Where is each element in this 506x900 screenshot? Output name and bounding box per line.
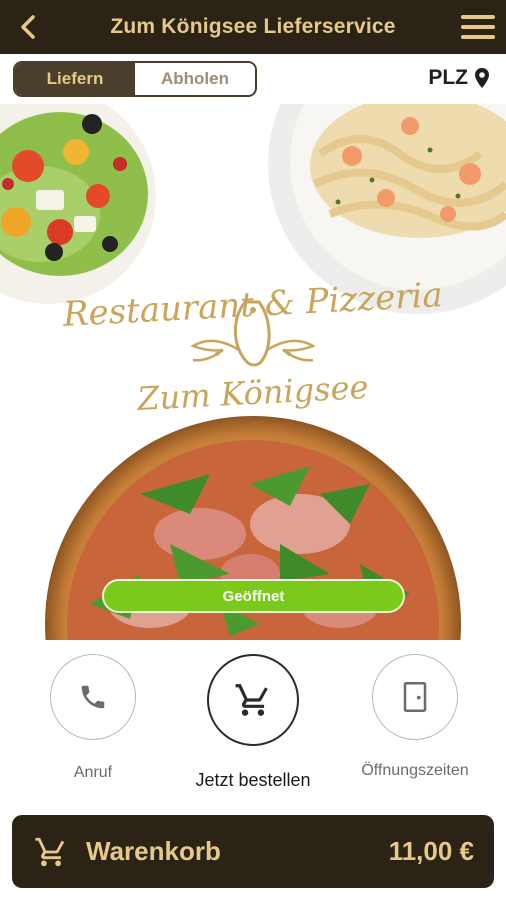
order-action[interactable]: Jetzt bestellen: [178, 654, 328, 791]
logo-line-2: Zum Königsee: [135, 368, 369, 418]
back-button[interactable]: [12, 10, 44, 44]
delivery-mode-toggle: Liefern Abholen: [13, 61, 257, 97]
cart-label: Warenkorb: [86, 836, 221, 866]
tab-liefern[interactable]: Liefern: [15, 63, 135, 95]
plz-selector[interactable]: PLZ: [428, 66, 490, 90]
cart-button[interactable]: Warenkorb 11,00 €: [12, 815, 494, 888]
hours-label: Öffnungszeiten: [361, 762, 469, 779]
page-title: Zum Königsee Lieferservice: [110, 15, 396, 38]
menu-button[interactable]: [458, 10, 498, 44]
order-button[interactable]: [207, 654, 299, 746]
location-pin-icon: [475, 68, 489, 88]
call-action[interactable]: Anruf: [49, 654, 137, 782]
hours-button[interactable]: [372, 654, 458, 740]
shopping-cart-icon: [35, 837, 65, 866]
status-badge: Geöffnet: [102, 579, 405, 613]
order-label: Jetzt bestellen: [195, 770, 311, 790]
hero-illustration: Restaurant & Pizzeria Zum Königsee: [0, 104, 506, 640]
call-label: Anruf: [73, 764, 113, 781]
plz-label: PLZ: [428, 66, 468, 89]
tab-abholen[interactable]: Abholen: [135, 63, 255, 95]
call-button[interactable]: [50, 654, 136, 740]
delivery-mode-bar: Liefern Abholen PLZ: [0, 54, 506, 104]
hamburger-menu-icon: [461, 15, 495, 39]
hours-action[interactable]: Öffnungszeiten: [356, 654, 474, 780]
hero-banner: Restaurant & Pizzeria Zum Königsee Geöff…: [0, 104, 506, 640]
quick-actions: Anruf Jetzt bestellen Öffnungszeiten: [0, 640, 506, 810]
app-header: Zum Königsee Lieferservice: [0, 0, 506, 54]
chevron-left-icon: [21, 15, 35, 39]
cart-total: 11,00 €: [388, 836, 474, 866]
phone-icon: [81, 685, 105, 709]
shopping-cart-icon: [235, 684, 268, 716]
door-icon: [403, 682, 427, 712]
logo-line-1: Restaurant & Pizzeria: [61, 275, 444, 335]
salad-image: [0, 104, 156, 304]
